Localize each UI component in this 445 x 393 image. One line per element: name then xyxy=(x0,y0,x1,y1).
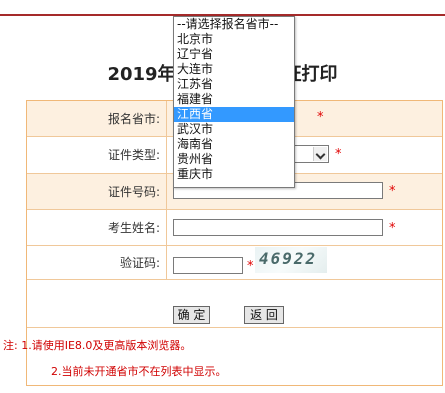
province-label: 报名省市: xyxy=(27,101,167,136)
dropdown-option[interactable]: 辽宁省 xyxy=(174,47,294,62)
dropdown-option[interactable]: 海南省 xyxy=(174,137,294,152)
chevron-down-icon[interactable] xyxy=(313,147,327,161)
name-input[interactable] xyxy=(173,219,383,236)
dropdown-option[interactable]: 北京市 xyxy=(174,32,294,47)
dropdown-option[interactable]: 武汉市 xyxy=(174,122,294,137)
row-buttons: 确 定 返 回 xyxy=(27,280,442,328)
dropdown-option-selected[interactable]: 江西省 xyxy=(174,107,294,122)
dropdown-option[interactable]: 大连市 xyxy=(174,62,294,77)
row-name: 考生姓名: * xyxy=(27,210,442,246)
row-captcha: 验证码: * 46922 xyxy=(27,246,442,280)
dropdown-option[interactable]: --请选择报名省市-- xyxy=(174,17,294,32)
required-mark: * xyxy=(389,221,396,236)
province-dropdown-list[interactable]: --请选择报名省市-- 北京市 辽宁省 大连市 江苏省 福建省 江西省 武汉市 … xyxy=(173,16,295,188)
note-province: 2.当前未开通省市不在列表中显示。 xyxy=(51,365,227,378)
idnumber-label: 证件号码: xyxy=(27,174,167,209)
dropdown-option[interactable]: 贵州省 xyxy=(174,152,294,167)
required-mark: * xyxy=(317,110,324,125)
required-mark: * xyxy=(247,259,254,274)
back-button[interactable]: 返 回 xyxy=(244,306,284,324)
required-mark: * xyxy=(335,147,342,162)
dropdown-option[interactable]: 福建省 xyxy=(174,92,294,107)
captcha-input[interactable] xyxy=(173,257,243,274)
confirm-button[interactable]: 确 定 xyxy=(173,306,210,324)
required-mark: * xyxy=(389,184,396,199)
dropdown-option[interactable]: 重庆市 xyxy=(174,167,294,182)
name-label: 考生姓名: xyxy=(27,210,167,245)
note-browser: 注: 1.请使用IE8.0及更高版本浏览器。 xyxy=(3,339,192,352)
captcha-image[interactable]: 46922 xyxy=(255,247,327,273)
captcha-label: 验证码: xyxy=(27,246,167,279)
dropdown-option[interactable]: 江苏省 xyxy=(174,77,294,92)
idtype-label: 证件类型: xyxy=(27,137,167,173)
